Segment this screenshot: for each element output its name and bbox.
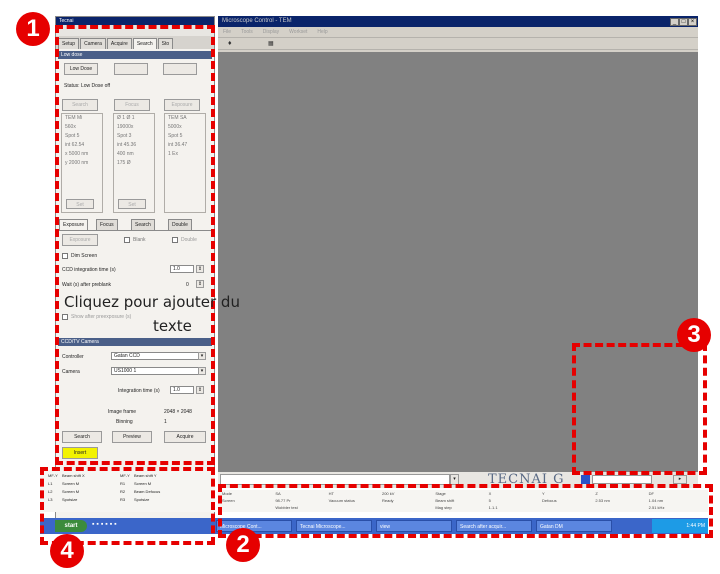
main-window-title: Microscope Control - TEM <box>218 16 698 27</box>
marker-2: 2 <box>226 528 260 562</box>
marker-4: 4 <box>50 534 84 568</box>
brand-square-icon <box>581 475 590 484</box>
mode-field[interactable] <box>592 475 652 484</box>
overlay-placeholder-text[interactable]: Cliquez pour ajouter du texte <box>64 290 240 338</box>
overlay-line-1: Cliquez pour ajouter du <box>64 293 240 311</box>
minimize-button[interactable]: _ <box>670 18 679 26</box>
menu-display[interactable]: Display <box>258 27 284 37</box>
menu-bar: File Tools Display Workset Help <box>218 27 698 37</box>
overlay-line-2: texte <box>153 317 192 335</box>
menu-workset[interactable]: Workset <box>284 27 312 37</box>
menu-help[interactable]: Help <box>312 27 332 37</box>
maximize-button[interactable]: □ <box>679 18 688 26</box>
toolbar-grid-icon[interactable]: ▦ <box>268 40 274 47</box>
close-button[interactable]: × <box>688 18 697 26</box>
marker-1: 1 <box>16 12 50 46</box>
mode-arrow-icon[interactable]: ▸ <box>673 475 687 484</box>
annotation-box-2 <box>218 484 713 538</box>
menu-file[interactable]: File <box>218 27 236 37</box>
annotation-box-3 <box>572 343 707 475</box>
left-panel-title: Tecnai <box>56 17 214 25</box>
toolbar: ♦ ▦ <box>218 37 698 50</box>
menu-tools[interactable]: Tools <box>236 27 258 37</box>
annotation-box-1 <box>55 25 215 465</box>
toolbar-pin-icon[interactable]: ♦ <box>228 40 232 47</box>
marker-3: 3 <box>677 318 711 352</box>
